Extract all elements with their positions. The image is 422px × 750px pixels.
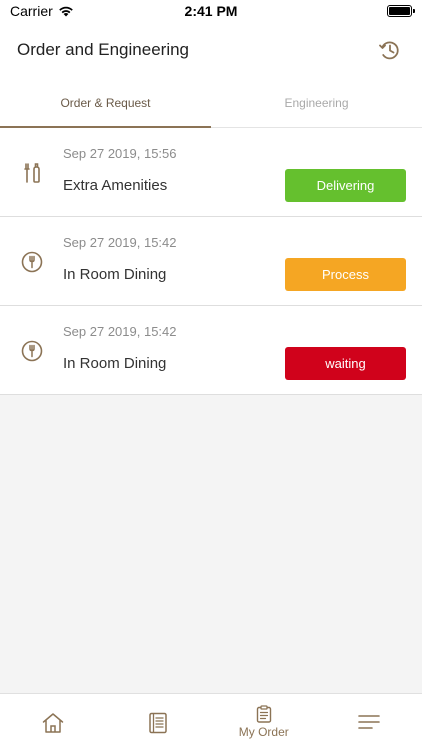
tab-order-request[interactable]: Order & Request — [0, 78, 211, 128]
order-date: Sep 27 2019, 15:42 — [63, 324, 177, 339]
order-item[interactable]: Sep 27 2019, 15:42 In Room Dining Proces… — [0, 217, 422, 306]
home-icon — [42, 713, 63, 733]
toiletries-icon — [24, 163, 40, 183]
order-item[interactable]: Sep 27 2019, 15:56 Extra Amenities Deliv… — [0, 128, 422, 217]
bottom-tab-bar: My Order — [0, 693, 422, 750]
status-badge-waiting[interactable]: waiting — [285, 347, 406, 380]
tab-bar-menu-book[interactable] — [106, 694, 212, 750]
order-name: Extra Amenities — [63, 177, 168, 194]
status-badge-process[interactable]: Process — [285, 258, 406, 291]
order-name: In Room Dining — [63, 266, 167, 283]
tab-bar-my-order[interactable]: My Order — [211, 694, 317, 750]
hamburger-menu-icon — [358, 715, 381, 729]
battery-icon — [387, 5, 415, 17]
battery-fill — [389, 7, 410, 15]
order-date: Sep 27 2019, 15:42 — [63, 235, 177, 250]
order-name: In Room Dining — [63, 355, 167, 372]
nav-bar: Order and Engineering — [0, 22, 422, 78]
status-bar: Carrier 2:41 PM — [0, 0, 422, 22]
status-right — [387, 5, 415, 17]
tab-bar-home[interactable] — [0, 694, 106, 750]
clock-history-icon[interactable] — [378, 38, 402, 62]
status-left: Carrier — [10, 3, 74, 19]
menu-book-icon — [149, 712, 167, 734]
clipboard-icon — [256, 705, 271, 723]
wifi-icon — [58, 6, 73, 17]
order-item[interactable]: Sep 27 2019, 15:42 In Room Dining waitin… — [0, 306, 422, 395]
tab-bar-label: My Order — [238, 725, 289, 739]
dining-icon — [21, 340, 43, 362]
tab-engineering[interactable]: Engineering — [211, 78, 422, 127]
order-list: Sep 27 2019, 15:56 Extra Amenities Deliv… — [0, 128, 422, 395]
tab-bar-more[interactable] — [317, 694, 422, 750]
segmented-tabs: Order & Request Engineering — [0, 78, 422, 128]
status-badge-delivering[interactable]: Delivering — [285, 169, 406, 202]
dining-icon — [21, 251, 43, 273]
carrier-label: Carrier — [10, 3, 53, 19]
order-date: Sep 27 2019, 15:56 — [63, 146, 177, 161]
page-title: Order and Engineering — [17, 40, 190, 59]
